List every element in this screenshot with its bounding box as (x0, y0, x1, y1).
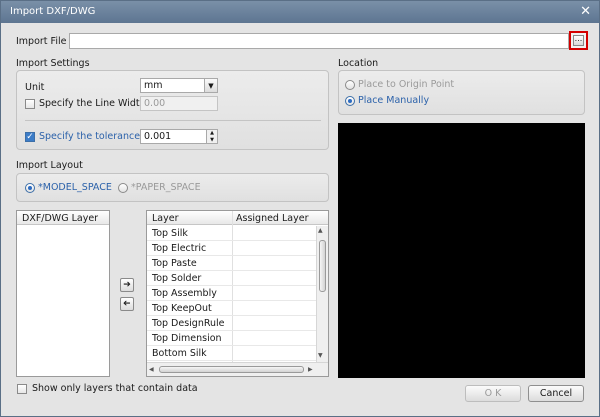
spinner-icon[interactable]: ▲ ▼ (206, 130, 217, 143)
tolerance-checkbox[interactable]: ✓ (25, 132, 35, 142)
unit-label: Unit (25, 82, 45, 93)
radio-model-space[interactable] (25, 183, 35, 193)
preview-canvas[interactable] (338, 123, 585, 378)
browse-button[interactable]: ... (569, 31, 588, 50)
settings-divider (25, 120, 321, 121)
ellipsis-icon: ... (573, 35, 584, 46)
cancel-button[interactable]: Cancel (528, 385, 584, 402)
layer-map-table[interactable]: Layer Assigned Layer Top Silk Top Electr… (146, 210, 329, 377)
table-row[interactable]: Top Assembly (147, 286, 317, 301)
line-width-value: 0.00 (144, 98, 166, 109)
table-row[interactable]: Top Solder (147, 271, 317, 286)
scroll-left-icon[interactable]: ◀ (149, 366, 154, 373)
header-assigned-layer: Assigned Layer (236, 213, 309, 224)
dxf-layer-list[interactable]: DXF/DWG Layer (16, 210, 110, 377)
horizontal-scroll-thumb[interactable] (159, 366, 304, 373)
vertical-scrollbar[interactable]: ▲ ▼ (316, 226, 328, 362)
tolerance-input[interactable]: 0.001 ▲ ▼ (140, 129, 218, 144)
location-title: Location (338, 58, 379, 69)
chevron-down-icon[interactable]: ▼ (204, 79, 217, 92)
horizontal-scrollbar[interactable]: ◀ ▶ (147, 362, 328, 376)
table-row[interactable]: Top Silk (147, 226, 317, 241)
unit-value: mm (144, 80, 163, 91)
arrow-left-icon: ➔ (123, 299, 131, 309)
scroll-down-icon[interactable]: ▼ (318, 352, 323, 359)
table-row[interactable]: Top Dimension (147, 331, 317, 346)
dxf-layer-header: DXF/DWG Layer (17, 211, 109, 225)
import-layout-title: Import Layout (16, 160, 83, 171)
assign-left-button[interactable]: ➔ (120, 297, 134, 311)
line-width-input[interactable]: 0.00 (140, 96, 218, 111)
header-layer: Layer (152, 213, 179, 224)
table-row[interactable]: Bottom Silk (147, 346, 317, 361)
table-row[interactable]: Top Paste (147, 256, 317, 271)
table-row[interactable]: Top DesignRule (147, 316, 317, 331)
place-manually-label[interactable]: Place Manually (358, 95, 429, 106)
arrow-right-icon: ➔ (123, 280, 131, 290)
table-row[interactable]: Top KeepOut (147, 301, 317, 316)
radio-origin-point[interactable] (345, 80, 355, 90)
paper-space-label[interactable]: *PAPER_SPACE (131, 182, 201, 193)
show-only-layers-checkbox[interactable] (17, 384, 27, 394)
show-only-layers-label[interactable]: Show only layers that contain data (32, 383, 198, 394)
line-width-label[interactable]: Specify the Line Width (39, 98, 146, 109)
window-title: Import DXF/DWG (10, 6, 96, 17)
layer-map-header: Layer Assigned Layer (147, 211, 328, 225)
line-width-checkbox[interactable] (25, 99, 35, 109)
radio-place-manually[interactable] (345, 96, 355, 106)
tolerance-label[interactable]: Specify the tolerance (39, 131, 140, 142)
tolerance-value: 0.001 (144, 131, 172, 142)
location-group (338, 70, 585, 115)
radio-paper-space[interactable] (118, 183, 128, 193)
assign-right-button[interactable]: ➔ (120, 278, 134, 292)
model-space-label[interactable]: *MODEL_SPACE (38, 182, 112, 193)
import-settings-title: Import Settings (16, 58, 90, 69)
unit-select[interactable]: mm ▼ (140, 78, 218, 93)
vertical-scroll-thumb[interactable] (319, 240, 326, 292)
import-dialog: Import DXF/DWG ✕ Import File ... Import … (0, 0, 600, 417)
import-file-label: Import File (16, 36, 67, 47)
import-file-input[interactable] (69, 33, 569, 49)
table-row[interactable]: Top Electric (147, 241, 317, 256)
close-icon[interactable]: ✕ (580, 4, 591, 19)
scroll-right-icon[interactable]: ▶ (308, 366, 313, 373)
origin-point-label[interactable]: Place to Origin Point (358, 79, 454, 90)
scroll-up-icon[interactable]: ▲ (318, 227, 323, 234)
title-bar: Import DXF/DWG ✕ (1, 1, 599, 23)
ok-button[interactable]: O K (465, 385, 521, 402)
